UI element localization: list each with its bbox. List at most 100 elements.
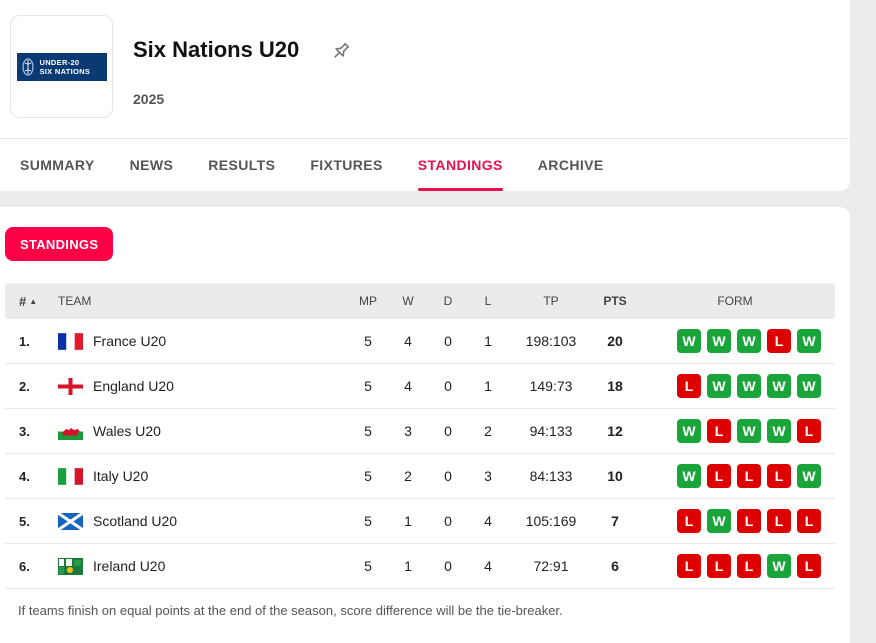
draws-cell: 0 [444, 423, 452, 439]
table-row[interactable]: 4. Italy U20 5 2 0 3 84:133 10 W L L L W [5, 454, 835, 499]
form-badge[interactable]: L [767, 509, 791, 533]
rank-cell: 6. [19, 558, 30, 574]
tab-results[interactable]: RESULTS [208, 139, 275, 191]
tab-archive[interactable]: ARCHIVE [538, 139, 604, 191]
team-name-link[interactable]: England U20 [93, 364, 174, 408]
form-badge[interactable]: W [797, 464, 821, 488]
rank-cell: 4. [19, 468, 30, 484]
rank-cell: 5. [19, 513, 30, 529]
form-cell: WLWWL [677, 409, 827, 453]
form-badge[interactable]: W [737, 329, 761, 353]
form-badge[interactable]: W [707, 509, 731, 533]
matches-played-cell: 5 [364, 468, 372, 484]
points-cell: 20 [607, 333, 623, 349]
competition-logo: UNDER-20 SIX NATIONS [10, 15, 113, 118]
form-badge[interactable]: L [767, 329, 791, 353]
matches-played-cell: 5 [364, 558, 372, 574]
d-column-header[interactable]: D [428, 283, 468, 319]
team-column-header[interactable]: TEAM [58, 283, 91, 319]
tp-column-header[interactable]: TP [511, 283, 591, 319]
mp-column-header[interactable]: MP [348, 283, 388, 319]
wales-flag-icon [58, 409, 83, 453]
tries-points-cell: 94:133 [529, 423, 573, 439]
tries-points-cell: 198:103 [525, 333, 577, 349]
form-badge[interactable]: W [707, 374, 731, 398]
page-title: Six Nations U20 [133, 37, 300, 62]
rugby-ball-icon [21, 57, 35, 77]
form-badge[interactable]: W [737, 374, 761, 398]
draws-cell: 0 [444, 558, 452, 574]
form-badge[interactable]: W [677, 419, 701, 443]
team-name-link[interactable]: Wales U20 [93, 409, 161, 453]
form-cell: WWWLW [677, 319, 827, 363]
l-column-header[interactable]: L [468, 283, 508, 319]
table-row[interactable]: 3. Wales U20 5 3 0 2 94:133 12 W L W W L [5, 409, 835, 454]
matches-played-cell: 5 [364, 378, 372, 394]
form-cell: LWLLL [677, 499, 827, 543]
form-badge[interactable]: W [767, 419, 791, 443]
points-cell: 7 [611, 513, 619, 529]
pin-icon[interactable] [330, 40, 352, 62]
form-badge[interactable]: L [707, 464, 731, 488]
team-name-link[interactable]: Ireland U20 [93, 544, 165, 588]
table-header: # ▲ TEAM MP W D L TP PTS FORM [5, 283, 835, 319]
pts-column-header[interactable]: PTS [595, 283, 635, 319]
form-badge[interactable]: W [767, 374, 791, 398]
tab-summary[interactable]: SUMMARY [20, 139, 95, 191]
form-badge[interactable]: L [677, 509, 701, 533]
form-badge[interactable]: L [737, 509, 761, 533]
form-badge[interactable]: W [707, 329, 731, 353]
wins-cell: 3 [404, 423, 412, 439]
table-row[interactable]: 6. Ireland U20 5 1 0 4 72:91 6 L L L W L [5, 544, 835, 589]
draws-cell: 0 [444, 513, 452, 529]
table-row[interactable]: 2. England U20 5 4 0 1 149:73 18 L W W W W [5, 364, 835, 409]
form-cell: LWWWW [677, 364, 827, 408]
form-badge[interactable]: W [677, 329, 701, 353]
form-cell: LLLWL [677, 544, 827, 588]
tab-news[interactable]: NEWS [130, 139, 174, 191]
form-badge[interactable]: L [677, 554, 701, 578]
points-cell: 10 [607, 468, 623, 484]
form-cell: WLLLW [677, 454, 827, 498]
form-badge[interactable]: L [707, 419, 731, 443]
rank-cell: 3. [19, 423, 30, 439]
form-badge[interactable]: W [737, 419, 761, 443]
logo-line-2: SIX NATIONS [39, 66, 91, 76]
form-badge[interactable]: L [707, 554, 731, 578]
form-badge[interactable]: W [677, 464, 701, 488]
team-name-link[interactable]: France U20 [93, 319, 166, 363]
team-name-link[interactable]: Scotland U20 [93, 499, 177, 543]
form-badge[interactable]: L [797, 554, 821, 578]
form-badge[interactable]: W [767, 554, 791, 578]
losses-cell: 4 [484, 558, 492, 574]
wins-cell: 4 [404, 378, 412, 394]
standings-filter-button[interactable]: STANDINGS [5, 227, 114, 261]
points-cell: 12 [607, 423, 623, 439]
wins-cell: 1 [404, 513, 412, 529]
form-badge[interactable]: L [797, 419, 821, 443]
table-row[interactable]: 1. France U20 5 4 0 1 198:103 20 W W W L W [5, 319, 835, 364]
scotland-flag-icon [58, 499, 83, 543]
form-badge[interactable]: W [797, 374, 821, 398]
tab-standings[interactable]: STANDINGS [417, 139, 503, 191]
rank-cell: 1. [19, 333, 30, 349]
tab-fixtures[interactable]: FIXTURES [310, 139, 382, 191]
form-badge[interactable]: L [737, 464, 761, 488]
form-badge[interactable]: W [797, 329, 821, 353]
rank-cell: 2. [19, 378, 30, 394]
losses-cell: 1 [484, 378, 492, 394]
wins-cell: 1 [404, 558, 412, 574]
form-badge[interactable]: L [677, 374, 701, 398]
team-name-link[interactable]: Italy U20 [93, 454, 148, 498]
rank-column-header[interactable]: # ▲ [19, 283, 37, 319]
rank-header-label: # [19, 293, 27, 309]
ireland-rugby-flag-icon [58, 544, 83, 588]
form-badge[interactable]: L [737, 554, 761, 578]
w-column-header[interactable]: W [388, 283, 428, 319]
table-row[interactable]: 5. Scotland U20 5 1 0 4 105:169 7 L W L L L [5, 499, 835, 544]
form-badge[interactable]: L [767, 464, 791, 488]
draws-cell: 0 [444, 333, 452, 349]
wins-cell: 2 [404, 468, 412, 484]
tries-points-cell: 105:169 [525, 513, 577, 529]
form-badge[interactable]: L [797, 509, 821, 533]
